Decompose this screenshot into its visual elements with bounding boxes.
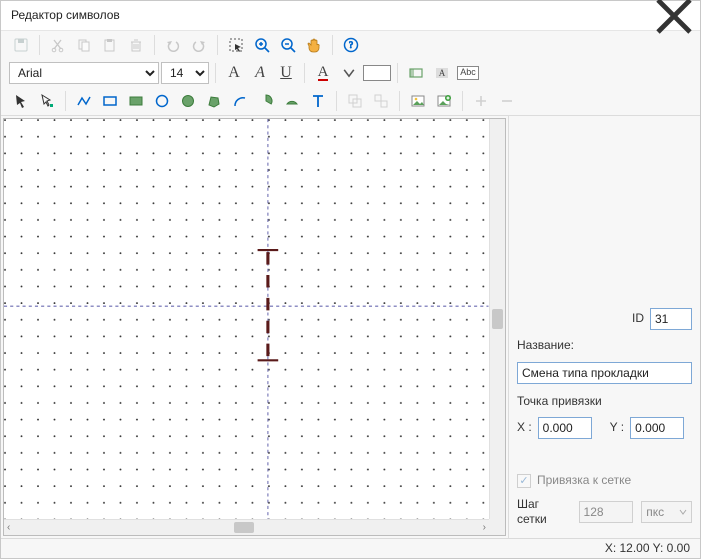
zoom-in-icon[interactable]: [250, 33, 274, 57]
minus-icon[interactable]: [495, 89, 519, 113]
pie-icon[interactable]: [254, 89, 278, 113]
titlebar: Редактор символов: [1, 1, 700, 31]
chord-icon[interactable]: [280, 89, 304, 113]
align-letter-icon[interactable]: A: [430, 61, 454, 85]
window-title: Редактор символов: [11, 8, 120, 24]
ungroup-icon[interactable]: [369, 89, 393, 113]
font-size-select[interactable]: 14: [161, 62, 209, 84]
toolbar-shapes: [1, 87, 700, 115]
pointer-icon[interactable]: [9, 89, 33, 113]
horizontal-scrollbar[interactable]: ‹ ›: [4, 519, 489, 535]
id-label: ID: [632, 311, 644, 327]
grid-unit-select: пкс: [641, 501, 692, 523]
italic-icon[interactable]: A: [248, 61, 272, 85]
redo-icon[interactable]: [187, 33, 211, 57]
zoom-out-icon[interactable]: [276, 33, 300, 57]
grid-step-field: 128: [579, 501, 634, 523]
pointer-node-icon[interactable]: [35, 89, 59, 113]
status-bar: X: 12.00 Y: 0.00: [1, 538, 700, 558]
font-family-select[interactable]: Arial: [9, 62, 159, 84]
delete-icon[interactable]: [124, 33, 148, 57]
x-label: X :: [517, 420, 532, 436]
scroll-right-icon[interactable]: ›: [483, 521, 486, 534]
abc-box-icon[interactable]: Abc: [456, 61, 480, 85]
scroll-left-icon[interactable]: ‹: [7, 521, 10, 534]
chevron-down-icon[interactable]: [337, 61, 361, 85]
color-swatch[interactable]: [363, 65, 391, 81]
plus-icon[interactable]: [469, 89, 493, 113]
canvas-wrap: ‹ ›: [1, 116, 508, 538]
status-coords: X: 12.00 Y: 0.00: [605, 541, 690, 557]
anchor-label: Точка привязки: [517, 394, 602, 410]
anchor-x-field[interactable]: [538, 417, 592, 439]
circle-icon[interactable]: [150, 89, 174, 113]
help-icon[interactable]: ?: [339, 33, 363, 57]
rect-icon[interactable]: [98, 89, 122, 113]
svg-text:?: ?: [349, 40, 353, 50]
y-label: Y :: [610, 420, 624, 436]
text-icon[interactable]: [306, 89, 330, 113]
undo-icon[interactable]: [161, 33, 185, 57]
side-panel: ID Название: Точка привязки X : Y : Прив…: [508, 116, 700, 538]
image-add-icon[interactable]: [432, 89, 456, 113]
toolbar-main: ?: [1, 31, 700, 59]
toolbar-text: Arial 14 A A U A A Abc: [1, 59, 700, 87]
canvas[interactable]: ‹ ›: [3, 118, 506, 536]
main-area: ‹ › ID Название: Точка привязки X :: [1, 115, 700, 538]
vertical-scrollbar-thumb[interactable]: [492, 309, 503, 329]
anchor-y-field[interactable]: [630, 417, 684, 439]
polyline-icon[interactable]: [72, 89, 96, 113]
bold-icon[interactable]: A: [222, 61, 246, 85]
text-color-icon[interactable]: A: [311, 61, 335, 85]
save-icon[interactable]: [9, 33, 33, 57]
snap-to-grid-checkbox: [517, 474, 531, 488]
horizontal-scrollbar-thumb[interactable]: [234, 522, 254, 533]
arc-icon[interactable]: [228, 89, 252, 113]
image-icon[interactable]: [406, 89, 430, 113]
underline-icon[interactable]: U: [274, 61, 298, 85]
circle-filled-icon[interactable]: [176, 89, 200, 113]
svg-text:A: A: [439, 68, 446, 78]
name-label: Название:: [517, 338, 574, 354]
grid-unit-label: пкс: [646, 505, 664, 521]
id-field[interactable]: [650, 308, 692, 330]
close-button[interactable]: [654, 2, 694, 30]
cut-icon[interactable]: [46, 33, 70, 57]
rect-filled-icon[interactable]: [124, 89, 148, 113]
select-area-icon[interactable]: [224, 33, 248, 57]
polygon-icon[interactable]: [202, 89, 226, 113]
snap-label: Привязка к сетке: [537, 473, 631, 489]
paste-icon[interactable]: [98, 33, 122, 57]
name-field[interactable]: [517, 362, 692, 384]
align-box-icon[interactable]: [404, 61, 428, 85]
symbol-editor-window: Редактор символов: [0, 0, 701, 559]
copy-icon[interactable]: [72, 33, 96, 57]
vertical-scrollbar[interactable]: [489, 119, 505, 519]
grid-step-label: Шаг сетки: [517, 497, 571, 528]
scrollbar-corner: [489, 519, 505, 535]
group-icon[interactable]: [343, 89, 367, 113]
pan-icon[interactable]: [302, 33, 326, 57]
